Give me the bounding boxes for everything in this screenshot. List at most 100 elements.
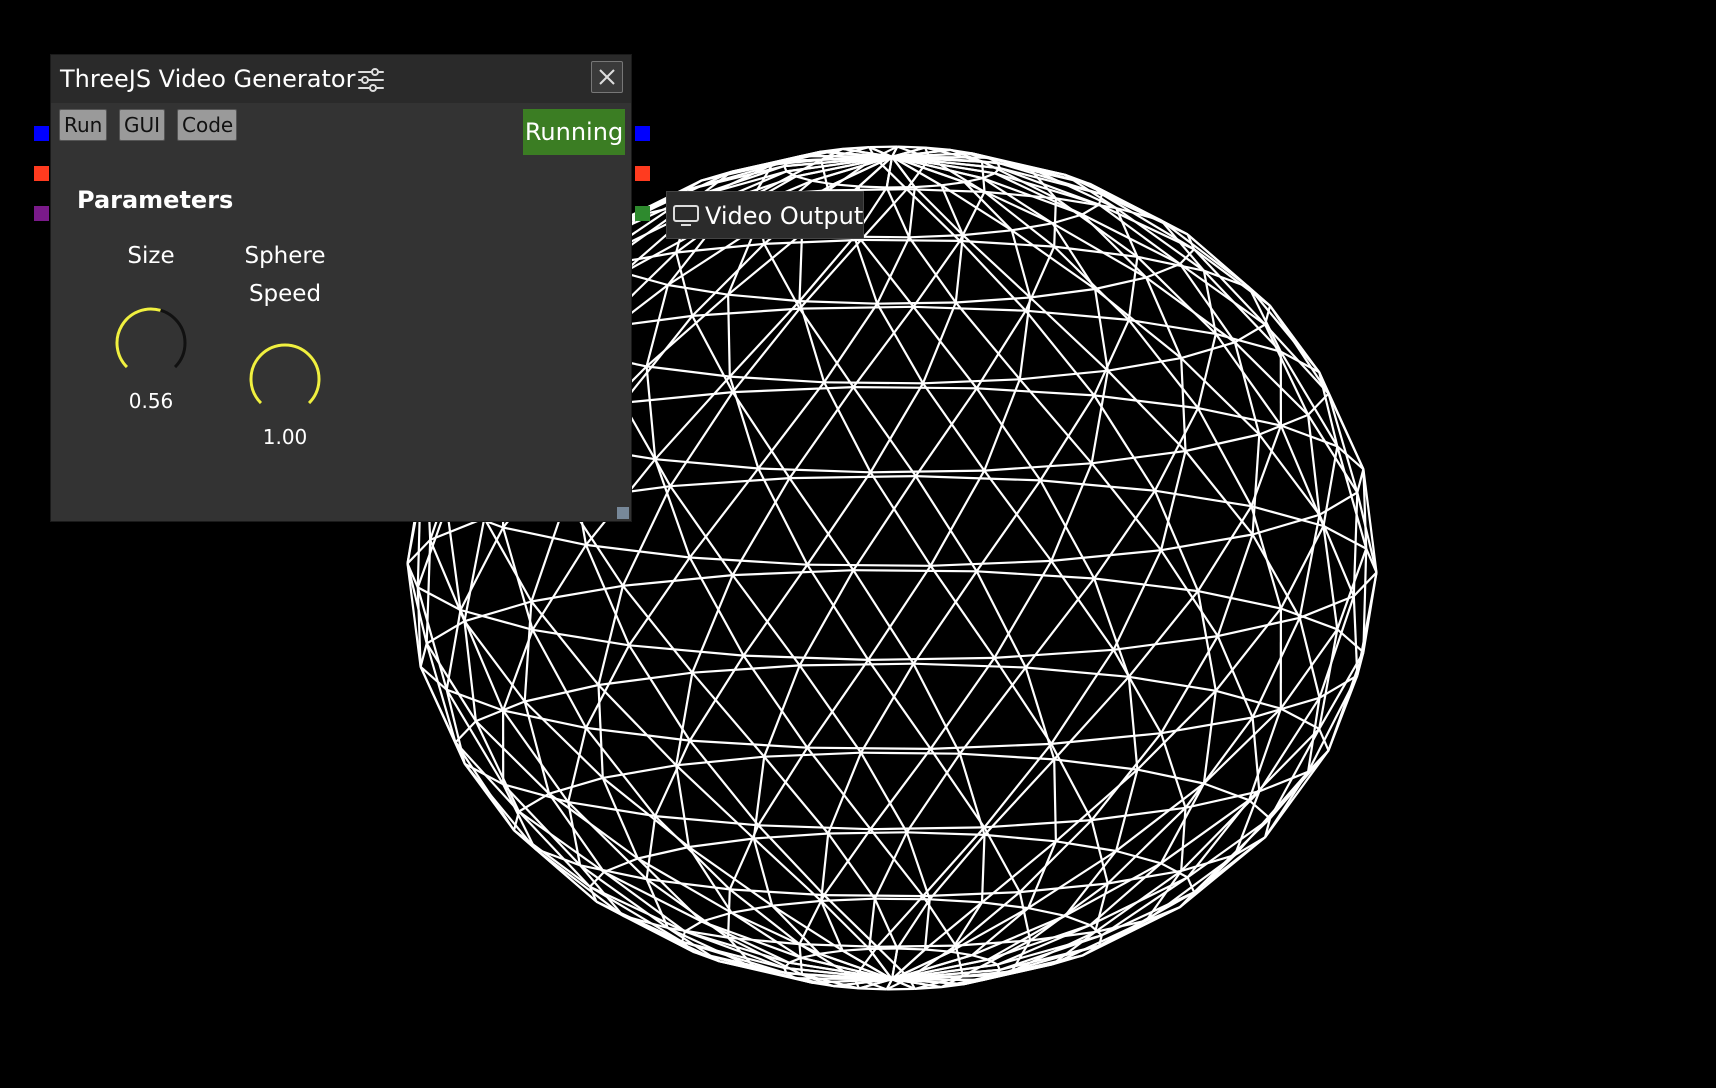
output-port-2[interactable] (635, 166, 650, 181)
wire-edge (1112, 549, 1163, 651)
sphere-speed-knob[interactable] (247, 341, 323, 417)
wire-edge (877, 301, 956, 305)
wire-edge (669, 391, 734, 487)
wire-edge (962, 229, 1012, 237)
wire-edge (1090, 819, 1109, 884)
run-button[interactable]: Run (59, 109, 107, 141)
status-badge: Running (523, 109, 625, 155)
wire-edge (567, 727, 588, 803)
wire-edge (870, 826, 985, 831)
wire-edge (1019, 369, 1108, 381)
wire-edge (976, 570, 1095, 580)
wire-edge (1093, 319, 1130, 396)
wire-edge (602, 764, 677, 779)
wire-edge (860, 663, 915, 754)
wire-edge (622, 585, 694, 674)
close-button[interactable] (591, 61, 623, 93)
wire-edge (1197, 407, 1282, 427)
input-port-1[interactable] (34, 126, 49, 141)
node-panel[interactable]: ThreeJS Video Generator Run GUI Code Run… (50, 54, 632, 522)
wire-edge (688, 837, 754, 849)
wire-edge (1098, 193, 1103, 205)
wire-edge (950, 950, 973, 957)
wire-edge (531, 629, 587, 729)
wire-edge (993, 560, 1053, 659)
wire-edge (524, 683, 599, 703)
wire-edge (727, 889, 731, 938)
wire-edge (798, 664, 862, 754)
wire-edge (771, 904, 821, 955)
wire-edge (913, 305, 1026, 312)
wire-edge (852, 386, 917, 477)
wire-edge (655, 815, 759, 827)
wire-edge (870, 469, 985, 474)
sliders-icon[interactable] (357, 67, 385, 93)
wire-edge (1185, 433, 1260, 453)
wire-edge (853, 386, 977, 390)
wire-edge (676, 755, 765, 767)
wire-edge (897, 947, 926, 951)
wire-edge (1064, 914, 1091, 927)
wire-edge (976, 387, 1095, 397)
resize-handle[interactable] (617, 507, 629, 519)
wire-edge (1029, 296, 1109, 372)
knob-value: 1.00 (262, 425, 308, 449)
wire-edge (1197, 505, 1253, 592)
wire-edge (1128, 675, 1216, 692)
wire-edge (688, 739, 760, 826)
wire-edge (1184, 450, 1254, 536)
wire-edge (597, 684, 677, 767)
wire-edge (622, 391, 733, 404)
wire-edge (1091, 806, 1186, 822)
wire-edge (1027, 907, 1066, 917)
wire-edge (1051, 222, 1097, 290)
size-knob[interactable] (113, 305, 189, 381)
input-port-3[interactable] (34, 206, 49, 221)
wire-edge (975, 479, 1042, 572)
wire-edge (975, 570, 1027, 668)
wire-edge (869, 828, 924, 897)
wire-edge (876, 303, 924, 384)
wire-edge (1113, 635, 1218, 651)
wire-edge (806, 659, 870, 749)
wire-edge (842, 947, 870, 952)
wire-edge (531, 544, 587, 631)
wire-edge (1090, 732, 1162, 821)
wire-edge (419, 666, 466, 765)
wire-edge (885, 187, 911, 238)
wire-edge (788, 386, 855, 479)
wire-edge (1025, 666, 1129, 678)
wire-edge (464, 600, 532, 623)
video-output-tag[interactable]: Video Output (666, 191, 864, 239)
wire-edge (913, 662, 1026, 669)
wire-edge (1018, 378, 1093, 465)
wire-edge (1107, 357, 1182, 372)
knob-label-line2: Speed (248, 281, 322, 307)
wire-edge (971, 954, 989, 961)
wire-edge (858, 185, 887, 189)
input-port-2[interactable] (34, 166, 49, 181)
wire-edge (795, 175, 813, 182)
wire-edge (757, 381, 825, 470)
wire-edge (799, 662, 914, 667)
wire-edge (459, 526, 505, 611)
wire-edge (1193, 248, 1266, 326)
wire-edge (701, 911, 732, 923)
panel-titlebar[interactable]: ThreeJS Video Generator (51, 55, 631, 103)
wire-edge (789, 475, 916, 480)
output-port-1[interactable] (635, 126, 650, 141)
wire-edge (474, 720, 520, 812)
output-port-video[interactable] (635, 206, 650, 221)
wire-edge (798, 233, 804, 302)
wire-edge (788, 956, 802, 964)
wire-edge (827, 752, 863, 834)
monitor-icon (673, 205, 699, 226)
wire-edge (823, 894, 878, 948)
wire-edge (1216, 635, 1254, 718)
wire-edge (1050, 743, 1093, 821)
code-button[interactable]: Code (177, 109, 237, 141)
wire-edge (732, 386, 854, 394)
wire-edge (1280, 707, 1320, 730)
gui-button[interactable]: GUI (119, 109, 165, 141)
wire-edge (922, 826, 986, 897)
